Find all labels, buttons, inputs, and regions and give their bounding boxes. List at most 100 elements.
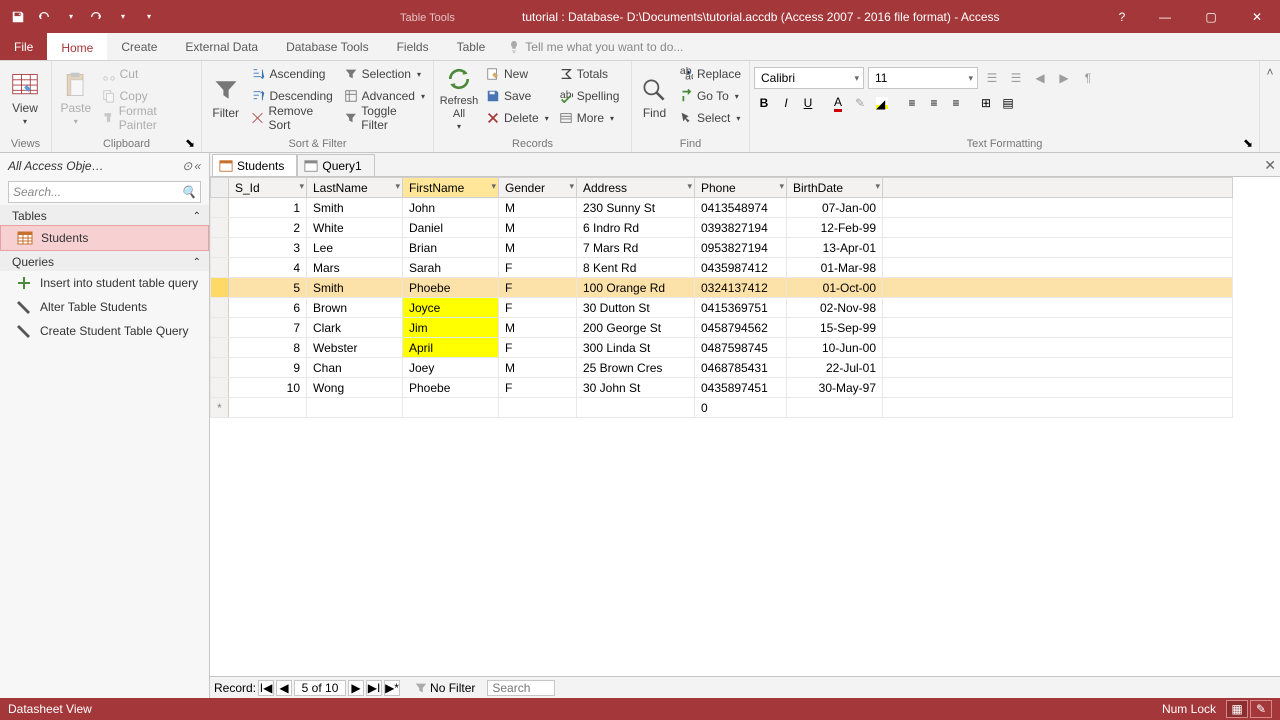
- new-record-button[interactable]: ▶*: [384, 680, 400, 696]
- column-header-addr[interactable]: Address▾: [577, 178, 695, 198]
- nav-item-insert-query[interactable]: Insert into student table query: [0, 271, 209, 295]
- qat-customize-icon[interactable]: [136, 5, 160, 29]
- column-header-gender[interactable]: Gender▾: [499, 178, 577, 198]
- row-selector[interactable]: [211, 378, 229, 398]
- row-selector[interactable]: [211, 318, 229, 338]
- column-header-sid[interactable]: S_Id▾: [229, 178, 307, 198]
- cell-bdate[interactable]: 12-Feb-99: [787, 218, 883, 238]
- cell-lname[interactable]: Clark: [307, 318, 403, 338]
- cell-sid[interactable]: 8: [229, 338, 307, 358]
- fill-color-button[interactable]: ◢: [872, 93, 892, 113]
- doc-tab-query1[interactable]: Query1: [297, 154, 374, 176]
- search-icon[interactable]: 🔍: [181, 185, 196, 199]
- first-record-button[interactable]: I◀: [258, 680, 274, 696]
- cell-addr[interactable]: 30 Dutton St: [577, 298, 695, 318]
- cell-addr[interactable]: 230 Sunny St: [577, 198, 695, 218]
- redo-icon[interactable]: [84, 5, 108, 29]
- nav-item-create-query[interactable]: Create Student Table Query: [0, 319, 209, 343]
- font-color-button[interactable]: A: [828, 93, 848, 113]
- doc-tab-students[interactable]: Students: [212, 154, 297, 176]
- column-header-fname[interactable]: FirstName▾: [403, 178, 499, 198]
- cell-sid[interactable]: 3: [229, 238, 307, 258]
- collapse-section-icon[interactable]: ⌃: [193, 211, 201, 222]
- nav-section-tables[interactable]: Tables ⌃: [0, 205, 209, 225]
- new-button[interactable]: New: [482, 63, 553, 85]
- cell-lname[interactable]: Smith: [307, 278, 403, 298]
- cell-gender[interactable]: M: [499, 198, 577, 218]
- current-record-input[interactable]: [294, 680, 346, 696]
- cell-bdate[interactable]: [787, 398, 883, 418]
- redo-dropdown-icon[interactable]: [110, 5, 134, 29]
- remove-sort-button[interactable]: Remove Sort: [247, 107, 337, 129]
- datasheet-view-button[interactable]: ▦: [1226, 700, 1248, 718]
- row-selector[interactable]: [211, 218, 229, 238]
- table-row[interactable]: 3LeeBrianM7 Mars Rd095382719413-Apr-01: [211, 238, 1233, 258]
- row-selector[interactable]: [211, 298, 229, 318]
- cell-phone[interactable]: 0435897451: [695, 378, 787, 398]
- cell-gender[interactable]: F: [499, 298, 577, 318]
- gridlines-button[interactable]: ⊞: [976, 93, 996, 113]
- datasheet-grid[interactable]: S_Id▾LastName▾FirstName▾Gender▾Address▾P…: [210, 177, 1280, 676]
- replace-button[interactable]: abacReplace: [675, 63, 745, 85]
- select-all-rows[interactable]: [211, 178, 229, 198]
- cell-phone[interactable]: 0393827194: [695, 218, 787, 238]
- tell-me-search[interactable]: Tell me what you want to do...: [499, 33, 1280, 60]
- bold-button[interactable]: B: [754, 93, 774, 113]
- cell-bdate[interactable]: 13-Apr-01: [787, 238, 883, 258]
- underline-button[interactable]: U: [798, 93, 818, 113]
- cell-sid[interactable]: 2: [229, 218, 307, 238]
- column-header-lname[interactable]: LastName▾: [307, 178, 403, 198]
- cell-sid[interactable]: 7: [229, 318, 307, 338]
- cell-lname[interactable]: Lee: [307, 238, 403, 258]
- font-size-select[interactable]: 11: [868, 67, 978, 89]
- help-button[interactable]: ?: [1102, 0, 1142, 33]
- column-header-phone[interactable]: Phone▾: [695, 178, 787, 198]
- text-formatting-launcher[interactable]: ⬊: [1243, 136, 1257, 150]
- close-tab-button[interactable]: ✕: [1264, 157, 1276, 174]
- cell-fname[interactable]: Brian: [403, 238, 499, 258]
- row-selector[interactable]: [211, 238, 229, 258]
- alternate-row-color-button[interactable]: ▤: [998, 93, 1018, 113]
- cell-fname[interactable]: John: [403, 198, 499, 218]
- table-row[interactable]: 2WhiteDanielM6 Indro Rd039382719412-Feb-…: [211, 218, 1233, 238]
- cell-lname[interactable]: White: [307, 218, 403, 238]
- spelling-button[interactable]: abcSpelling: [555, 85, 624, 107]
- cell-gender[interactable]: M: [499, 318, 577, 338]
- save-record-button[interactable]: Save: [482, 85, 553, 107]
- cell-fname[interactable]: Sarah: [403, 258, 499, 278]
- italic-button[interactable]: I: [776, 93, 796, 113]
- cell-phone[interactable]: 0324137412: [695, 278, 787, 298]
- last-record-button[interactable]: ▶I: [366, 680, 382, 696]
- clipboard-launcher[interactable]: ⬊: [185, 136, 199, 150]
- row-selector[interactable]: [211, 358, 229, 378]
- cell-fname[interactable]: Phoebe: [403, 278, 499, 298]
- cell-addr[interactable]: 8 Kent Rd: [577, 258, 695, 278]
- filter-button[interactable]: Filter: [206, 63, 245, 133]
- collapse-ribbon-icon[interactable]: ˄: [1266, 65, 1273, 79]
- design-view-button[interactable]: ✎: [1250, 700, 1272, 718]
- selection-button[interactable]: Selection▾: [340, 63, 429, 85]
- cell-addr[interactable]: 30 John St: [577, 378, 695, 398]
- maximize-button[interactable]: ▢: [1188, 0, 1234, 33]
- cell-lname[interactable]: Mars: [307, 258, 403, 278]
- tab-external-data[interactable]: External Data: [171, 33, 272, 60]
- cell-bdate[interactable]: 07-Jan-00: [787, 198, 883, 218]
- cell-fname[interactable]: [403, 398, 499, 418]
- table-row[interactable]: 9ChanJoeyM25 Brown Cres046878543122-Jul-…: [211, 358, 1233, 378]
- table-row[interactable]: 8WebsterAprilF300 Linda St048759874510-J…: [211, 338, 1233, 358]
- row-selector[interactable]: [211, 198, 229, 218]
- delete-button[interactable]: Delete▾: [482, 107, 553, 129]
- cell-lname[interactable]: Wong: [307, 378, 403, 398]
- cell-bdate[interactable]: 01-Mar-98: [787, 258, 883, 278]
- row-selector[interactable]: [211, 258, 229, 278]
- cell-fname[interactable]: Jim: [403, 318, 499, 338]
- cell-bdate[interactable]: 15-Sep-99: [787, 318, 883, 338]
- cell-addr[interactable]: 25 Brown Cres: [577, 358, 695, 378]
- table-row[interactable]: 4MarsSarahF8 Kent Rd043598741201-Mar-98: [211, 258, 1233, 278]
- cell-sid[interactable]: 4: [229, 258, 307, 278]
- cell-sid[interactable]: 10: [229, 378, 307, 398]
- record-search-input[interactable]: [487, 680, 555, 696]
- cell-gender[interactable]: M: [499, 358, 577, 378]
- cell-sid[interactable]: 5: [229, 278, 307, 298]
- toggle-filter-button[interactable]: Toggle Filter: [340, 107, 429, 129]
